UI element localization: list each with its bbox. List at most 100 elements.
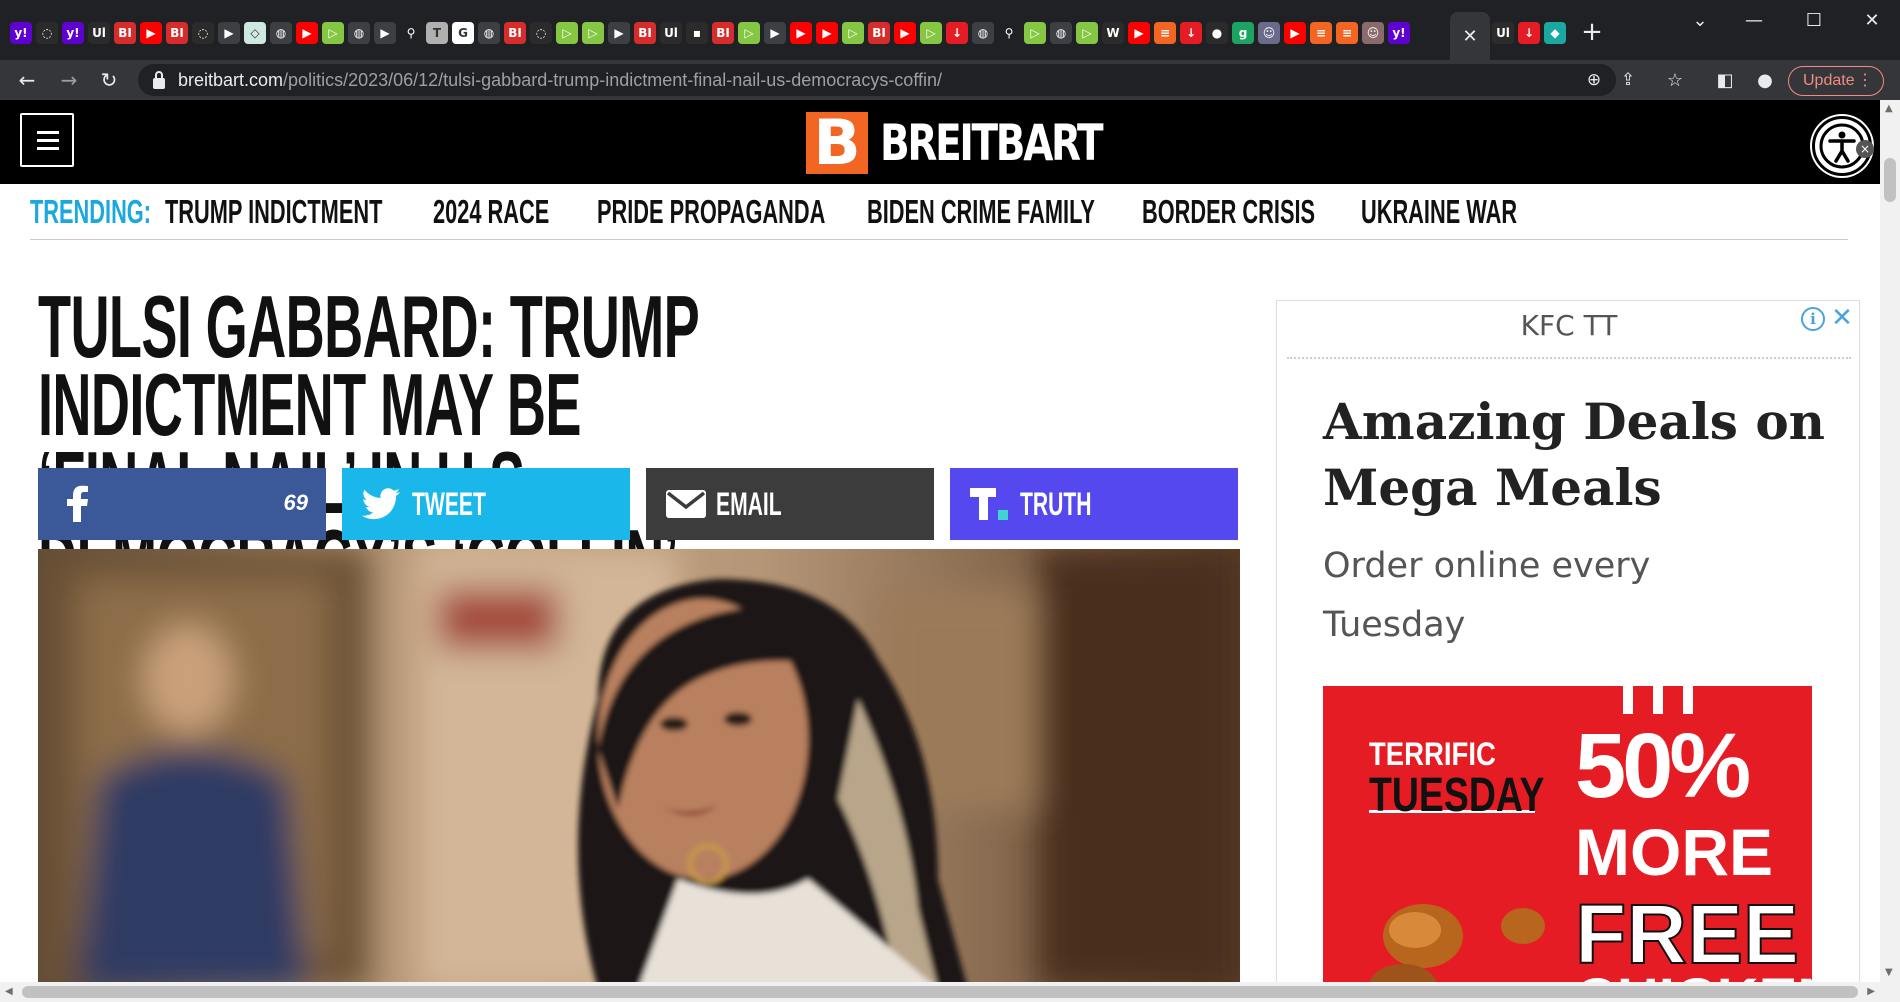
ad-info-icon[interactable]: i	[1801, 307, 1825, 331]
reload-button[interactable]: ↻	[94, 65, 124, 95]
scroll-down-icon[interactable]: ▼	[1885, 968, 1893, 978]
vertical-scroll-thumb[interactable]	[1884, 158, 1896, 202]
yahoo-icon[interactable]: y!	[10, 22, 32, 44]
horizontal-scrollbar[interactable]: ◀ ▶	[0, 982, 1900, 1002]
facebook-share-button[interactable]: 69	[38, 468, 326, 540]
tweet-button[interactable]: TWEET	[342, 468, 630, 540]
globe-icon[interactable]: ◍	[1050, 22, 1072, 44]
tab-icon[interactable]: ▪	[686, 22, 708, 44]
search-icon[interactable]: ⚲	[998, 22, 1020, 44]
url-text[interactable]: breitbart.com/politics/2023/06/12/tulsi-…	[178, 70, 942, 91]
rumble-icon[interactable]: ▷	[556, 22, 578, 44]
new-tab-button[interactable]: +	[1578, 18, 1606, 46]
trending-item[interactable]: PRIDE PROPAGANDA	[597, 193, 825, 231]
close-tab-icon[interactable]: ✕	[1462, 26, 1477, 47]
article-hero-image[interactable]	[38, 549, 1240, 982]
tab-icon[interactable]: T	[426, 22, 448, 44]
tab-icon[interactable]: ◌	[530, 22, 552, 44]
vertical-scrollbar[interactable]: ▲ ▼	[1880, 100, 1900, 982]
tab-icon[interactable]: Ul	[660, 22, 682, 44]
tab-icon[interactable]: ↓	[1180, 22, 1202, 44]
accessibility-close-icon[interactable]: ×	[1856, 140, 1874, 158]
breitbart-logo[interactable]: B BREITBART	[806, 106, 1164, 179]
tab-icon[interactable]: ◇	[244, 22, 266, 44]
youtube-icon[interactable]: ▶	[894, 22, 916, 44]
tab-icon[interactable]: ▶	[218, 22, 240, 44]
forward-button[interactable]: →	[54, 65, 84, 95]
trending-item[interactable]: TRUMP INDICTMENT	[165, 193, 382, 231]
tab-icon[interactable]: ≡	[1310, 22, 1332, 44]
globe-icon[interactable]: ◍	[270, 22, 292, 44]
maximize-button[interactable]: ☐	[1794, 6, 1834, 36]
profile-icon[interactable]: ●	[1752, 68, 1778, 94]
address-bar[interactable]: breitbart.com/politics/2023/06/12/tulsi-…	[138, 64, 1635, 96]
ad-image[interactable]: TERRIFIC TUESDAY 50% MORE FREE CHICKEN	[1323, 686, 1812, 982]
tab-icon[interactable]: ▶	[374, 22, 396, 44]
scroll-right-icon[interactable]: ▶	[1867, 987, 1875, 997]
tab-icon[interactable]: ↓	[946, 22, 968, 44]
tab-icon[interactable]: ≡	[1336, 22, 1358, 44]
email-share-button[interactable]: EMAIL	[646, 468, 934, 540]
tab-icon[interactable]: ▶	[764, 22, 786, 44]
globe-icon[interactable]: ◍	[972, 22, 994, 44]
globe-icon[interactable]: ◍	[478, 22, 500, 44]
scroll-up-icon[interactable]: ▲	[1885, 104, 1893, 114]
horizontal-scroll-thumb[interactable]	[22, 986, 1858, 998]
ad-close-icon[interactable]: ✕	[1829, 305, 1855, 331]
more-menu-icon[interactable]: ⋮	[1857, 67, 1873, 95]
bookmark-star-icon[interactable]: ☆	[1662, 68, 1688, 94]
sidebar-ad[interactable]: KFC TT i ✕ Amazing Deals on Mega Meals O…	[1276, 300, 1860, 982]
ad-title[interactable]: Amazing Deals on Mega Meals	[1323, 389, 1843, 521]
yahoo-icon[interactable]: y!	[62, 22, 84, 44]
rumble-icon[interactable]: ▷	[1024, 22, 1046, 44]
trending-item[interactable]: UKRAINE WAR	[1361, 193, 1517, 231]
zoom-icon[interactable]: ⊕	[1582, 68, 1606, 92]
yahoo-icon[interactable]: y!	[1388, 22, 1410, 44]
share-icon[interactable]: ⇪	[1616, 68, 1640, 92]
youtube-icon[interactable]: ▶	[296, 22, 318, 44]
bi-icon[interactable]: BI	[114, 22, 136, 44]
bi-icon[interactable]: BI	[868, 22, 890, 44]
tab-search-icon[interactable]: ⌄	[1680, 6, 1720, 36]
rumble-icon[interactable]: ▷	[322, 22, 344, 44]
search-icon[interactable]: ⚲	[400, 22, 422, 44]
hamburger-menu-button[interactable]	[20, 113, 74, 167]
youtube-icon[interactable]: ▶	[1284, 22, 1306, 44]
active-tab[interactable]: ✕	[1450, 12, 1490, 60]
lock-icon[interactable]	[152, 70, 166, 90]
tab-icon[interactable]: ▶	[608, 22, 630, 44]
tab-icon[interactable]: W	[1102, 22, 1124, 44]
minimize-button[interactable]: —	[1734, 6, 1774, 36]
tab-icon[interactable]: ◌	[36, 22, 58, 44]
update-button[interactable]: Update ⋮	[1788, 66, 1884, 96]
google-icon[interactable]: G	[452, 22, 474, 44]
tab-icon[interactable]: Ul	[1492, 22, 1514, 44]
youtube-icon[interactable]: ▶	[790, 22, 812, 44]
tab-icon[interactable]: ≡	[1154, 22, 1176, 44]
tab-icon[interactable]: ●	[1206, 22, 1228, 44]
globe-icon[interactable]: ◍	[348, 22, 370, 44]
tab-icon[interactable]: ↓	[1518, 22, 1540, 44]
tab-icon[interactable]: ☺	[1258, 22, 1280, 44]
tab-icon[interactable]: ☺	[1362, 22, 1384, 44]
tab-icon[interactable]: ◆	[1544, 22, 1566, 44]
back-button[interactable]: ←	[12, 65, 42, 95]
scroll-left-icon[interactable]: ◀	[5, 987, 13, 997]
side-panel-icon[interactable]: ◧	[1712, 68, 1738, 94]
rumble-icon[interactable]: ▷	[582, 22, 604, 44]
truth-social-share-button[interactable]: TRUTH	[950, 468, 1238, 540]
youtube-icon[interactable]: ▶	[140, 22, 162, 44]
rumble-icon[interactable]: ▷	[842, 22, 864, 44]
rumble-icon[interactable]: ▷	[738, 22, 760, 44]
bi-icon[interactable]: BI	[634, 22, 656, 44]
close-window-button[interactable]: ✕	[1852, 6, 1892, 36]
trending-item[interactable]: BIDEN CRIME FAMILY	[867, 193, 1095, 231]
rumble-icon[interactable]: ▷	[920, 22, 942, 44]
tab-icon[interactable]: Ul	[88, 22, 110, 44]
rumble-icon[interactable]: ▷	[1076, 22, 1098, 44]
youtube-icon[interactable]: ▶	[1128, 22, 1150, 44]
youtube-icon[interactable]: ▶	[816, 22, 838, 44]
tab-icon[interactable]: g	[1232, 22, 1254, 44]
trending-item[interactable]: BORDER CRISIS	[1142, 193, 1315, 231]
tab-icon[interactable]: ◌	[192, 22, 214, 44]
